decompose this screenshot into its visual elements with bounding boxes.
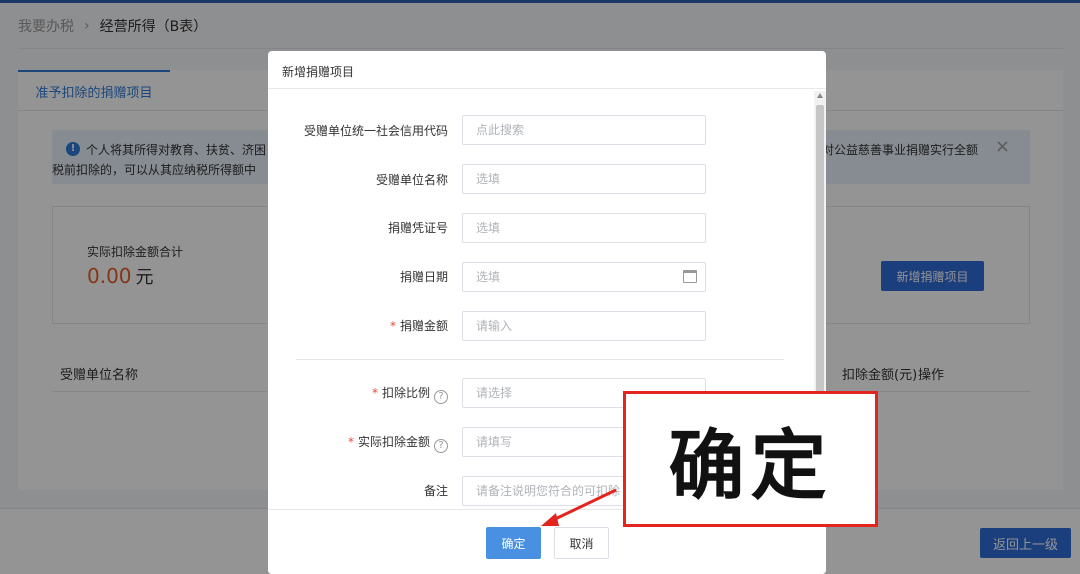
voucher-no-input[interactable]: 选填 bbox=[462, 213, 706, 243]
confirm-button[interactable]: 确定 bbox=[486, 527, 541, 559]
note-label: 备注 bbox=[423, 484, 448, 498]
unit-name-label: 受赠单位名称 bbox=[375, 173, 448, 187]
required-asterisk: * bbox=[347, 435, 354, 449]
donation-amount-label: * 捐赠金额 bbox=[268, 317, 448, 334]
calendar-icon[interactable] bbox=[683, 270, 697, 283]
credit-code-input[interactable]: 点此搜索 bbox=[462, 115, 706, 145]
deduction-ratio-placeholder: 请选择 bbox=[476, 386, 513, 400]
required-asterisk: * bbox=[371, 386, 378, 400]
voucher-no-label: 捐赠凭证号 bbox=[387, 221, 448, 235]
annotation-callout: 确定 bbox=[623, 391, 878, 527]
donation-amount-input[interactable]: 请输入 bbox=[462, 311, 706, 341]
scroll-up-arrow-icon[interactable] bbox=[817, 93, 823, 98]
modal-title: 新增捐赠项目 bbox=[282, 65, 355, 79]
actual-deduction-label-text: 实际扣除金额 bbox=[357, 435, 430, 449]
modal-header: 新增捐赠项目 bbox=[268, 51, 826, 89]
form-divider bbox=[296, 359, 784, 360]
credit-code-label: 受赠单位统一社会信用代码 bbox=[303, 124, 448, 138]
unit-name-input[interactable]: 选填 bbox=[462, 164, 706, 194]
donation-date-label: 捐赠日期 bbox=[399, 270, 448, 284]
cancel-button[interactable]: 取消 bbox=[554, 527, 609, 559]
question-help-icon[interactable]: ? bbox=[434, 439, 448, 453]
donation-amount-label-text: 捐赠金额 bbox=[399, 319, 448, 333]
donation-date-input[interactable]: 选填 bbox=[462, 262, 706, 292]
question-help-icon[interactable]: ? bbox=[434, 390, 448, 404]
deduction-ratio-label-text: 扣除比例 bbox=[381, 386, 430, 400]
donation-date-placeholder: 选填 bbox=[476, 270, 501, 284]
deduction-ratio-label: * 扣除比例? bbox=[268, 384, 448, 404]
required-asterisk: * bbox=[389, 319, 396, 333]
actual-deduction-label: * 实际扣除金额? bbox=[268, 433, 448, 453]
callout-text: 确定 bbox=[668, 421, 833, 510]
